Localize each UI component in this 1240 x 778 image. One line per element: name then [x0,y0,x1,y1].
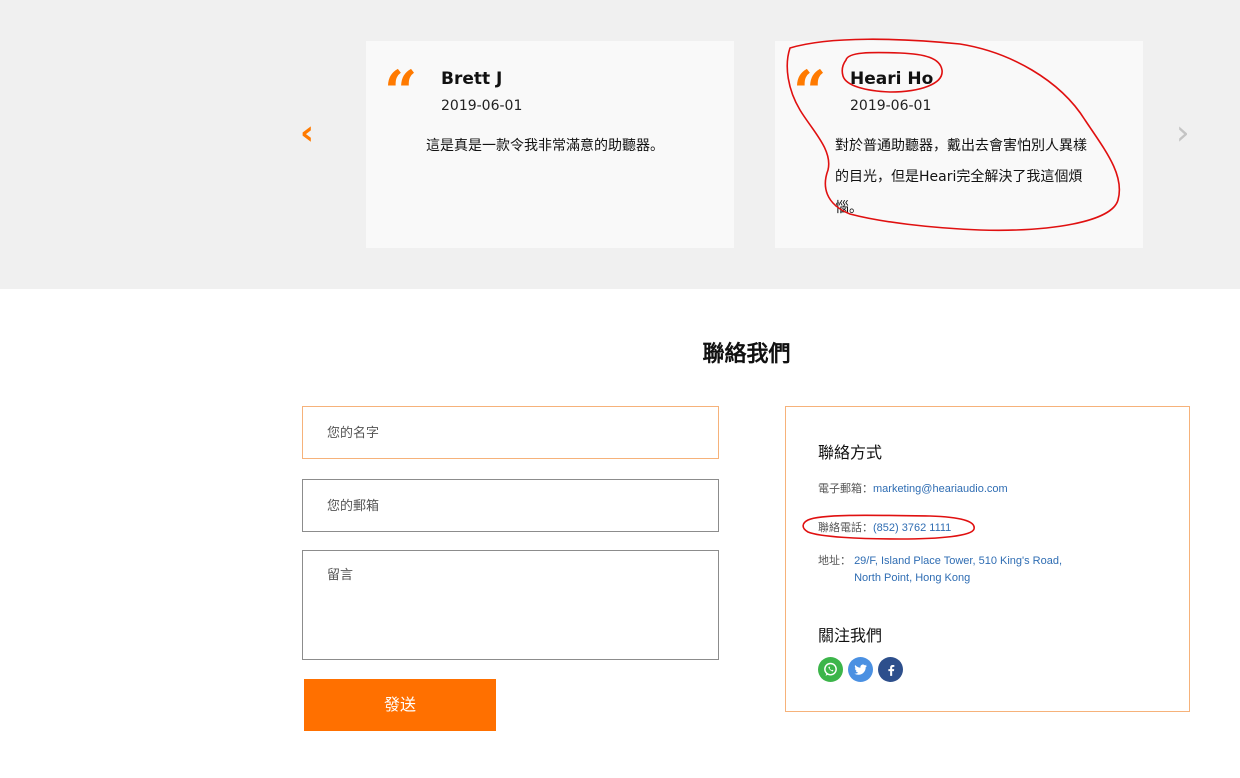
name-input[interactable]: 您的名字 [302,406,719,459]
testimonial-card: “ Brett J 2019-06-01 這是真是一款令我非常滿意的助聽器。 [366,41,734,248]
carousel-prev-arrow-icon[interactable]: ‹ [300,116,314,150]
contact-phone-row: 聯絡電話：(852) 3762 1111 [818,520,951,537]
email-label: 電子郵箱： [818,483,873,495]
message-textarea[interactable]: 留言 [302,550,719,660]
testimonial-author: Brett J [441,69,503,89]
testimonial-text: 這是真是一款令我非常滿意的助聽器。 [426,138,664,154]
address-value: 29/F, Island Place Tower, 510 King's Roa… [854,553,1062,587]
twitter-icon[interactable] [848,657,873,682]
address-line: 29/F, Island Place Tower, 510 King's Roa… [854,555,1063,567]
quote-icon: “ [793,58,826,126]
testimonial-text: 對於普通助聽器，戴出去會害怕別人異樣的目光，但是Heari完全解決了我這個煩惱。 [835,138,1087,216]
email-input[interactable]: 您的郵箱 [302,479,719,532]
testimonials-section: ‹ “ Brett J 2019-06-01 這是真是一款令我非常滿意的助聽器。… [0,0,1240,289]
testimonial-date: 2019-06-01 [441,98,523,114]
contact-address-row: 地址： 29/F, Island Place Tower, 510 King's… [818,553,1062,587]
contact-info-panel: 聯絡方式 電子郵箱：marketing@heariaudio.com 聯絡電話：… [785,406,1190,712]
send-button[interactable]: 發送 [304,679,496,731]
contact-methods-heading: 聯絡方式 [818,443,883,462]
address-label: 地址： [818,555,851,567]
contact-email-row: 電子郵箱：marketing@heariaudio.com [818,481,1008,498]
quote-icon: “ [384,58,417,126]
testimonial-card: “ Heari Ho 2019-06-01 對於普通助聽器，戴出去會害怕別人異樣… [775,41,1143,248]
phone-label: 聯絡電話： [818,522,873,534]
address-line: North Point, Hong Kong [854,572,971,584]
email-link[interactable]: marketing@heariaudio.com [873,483,1008,495]
testimonial-date: 2019-06-01 [850,98,932,114]
carousel-next-arrow-icon[interactable]: › [1176,116,1190,150]
testimonial-author: Heari Ho [850,69,934,89]
facebook-icon[interactable] [878,657,903,682]
social-links [818,657,903,682]
follow-us-heading: 關注我們 [818,626,883,645]
whatsapp-icon[interactable] [818,657,843,682]
phone-link[interactable]: (852) 3762 1111 [873,522,951,534]
contact-section-title: 聯絡我們 [702,342,791,367]
